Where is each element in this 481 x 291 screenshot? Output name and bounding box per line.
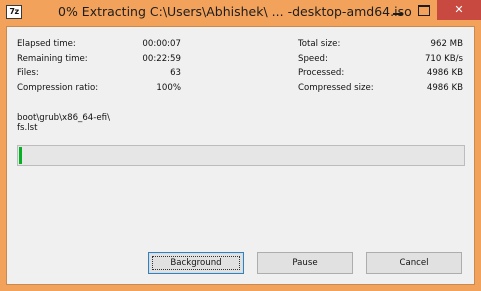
speed-label: Speed: <box>298 54 328 64</box>
close-button[interactable]: ✕ <box>437 0 481 20</box>
background-button-label: Background <box>170 258 222 268</box>
7zip-app-icon[interactable]: 7z <box>6 5 22 19</box>
extract-dialog: 7z 0% Extracting C:\Users\Abhishek\ ... … <box>0 0 481 291</box>
maximize-icon <box>418 5 430 16</box>
total-size-label: Total size: <box>298 39 341 49</box>
processed-value: 4986 KB <box>426 68 463 78</box>
files-value: 63 <box>170 68 181 78</box>
compressed-size-label: Compressed size: <box>298 83 374 93</box>
dialog-body: Elapsed time: 00:00:07 Remaining time: 0… <box>6 26 475 285</box>
minimize-button[interactable] <box>385 0 411 20</box>
progress-fill <box>19 147 22 164</box>
speed-value: 710 KB/s <box>424 54 463 64</box>
remaining-time-value: 00:22:59 <box>142 54 181 64</box>
elapsed-time-value: 00:00:07 <box>142 39 181 49</box>
compression-ratio-label: Compression ratio: <box>17 83 99 93</box>
background-button[interactable]: Background <box>148 252 244 274</box>
elapsed-time-label: Elapsed time: <box>17 39 76 49</box>
total-size-value: 962 MB <box>430 39 463 49</box>
current-file: fs.lst <box>17 123 38 133</box>
files-label: Files: <box>17 68 39 78</box>
progress-bar <box>17 145 465 166</box>
minimize-icon <box>393 13 403 15</box>
pause-button[interactable]: Pause <box>257 252 353 274</box>
remaining-time-label: Remaining time: <box>17 54 88 64</box>
window-title: 0% Extracting C:\Users\Abhishek\ ... -de… <box>58 4 412 19</box>
compression-ratio-value: 100% <box>156 83 181 93</box>
pause-button-label: Pause <box>292 258 318 268</box>
title-bar[interactable]: 7z 0% Extracting C:\Users\Abhishek\ ... … <box>0 0 481 26</box>
maximize-button[interactable] <box>411 0 437 20</box>
cancel-button-label: Cancel <box>399 258 429 268</box>
close-icon: ✕ <box>454 3 464 16</box>
cancel-button[interactable]: Cancel <box>366 252 462 274</box>
compressed-size-value: 4986 KB <box>426 83 463 93</box>
processed-label: Processed: <box>298 68 345 78</box>
